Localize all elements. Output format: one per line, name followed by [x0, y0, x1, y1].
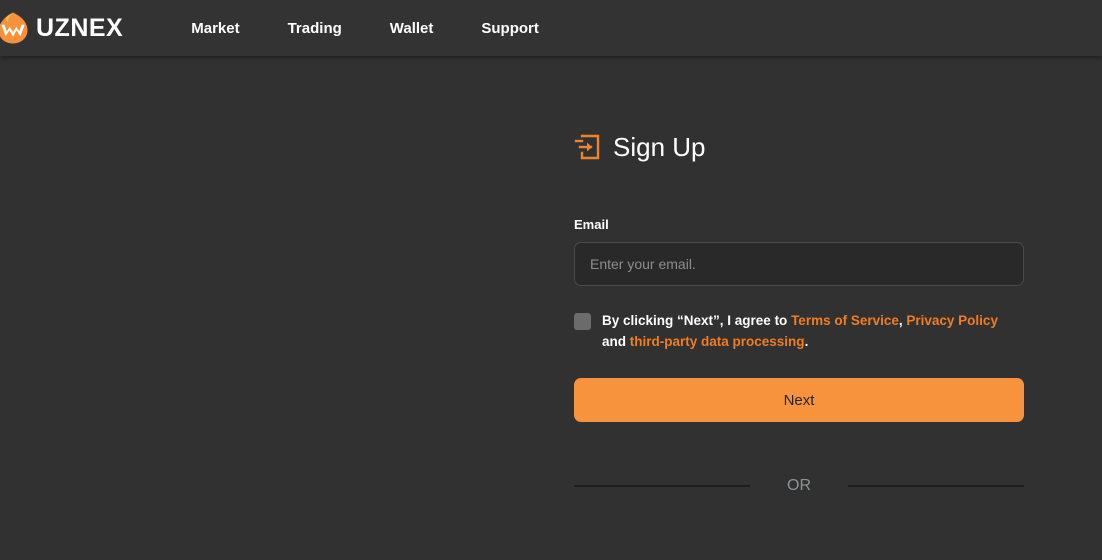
- third-party-data-processing-link[interactable]: third-party data processing: [630, 334, 805, 349]
- nav-item-support[interactable]: Support: [471, 14, 549, 43]
- or-divider-label: OR: [787, 477, 811, 494]
- terms-text: By clicking “Next”, I agree to Terms of …: [602, 310, 1014, 352]
- terms-prefix: By clicking “Next”, I agree to: [602, 313, 792, 328]
- privacy-policy-link[interactable]: Privacy Policy: [906, 313, 998, 328]
- or-divider: OR: [574, 477, 1024, 495]
- next-button[interactable]: Next: [574, 378, 1024, 422]
- nav-item-wallet[interactable]: Wallet: [380, 14, 444, 43]
- uznex-flame-logo-icon: [0, 12, 28, 44]
- terms-suffix: .: [804, 334, 809, 349]
- main-navigation: Market Trading Wallet Support: [181, 14, 549, 43]
- page-body: Sign Up Email By clicking “Next”, I agre…: [0, 56, 1102, 560]
- terms-checkbox[interactable]: [574, 313, 591, 330]
- terms-separator-2: and: [602, 334, 630, 349]
- terms-agreement-row: By clicking “Next”, I agree to Terms of …: [574, 310, 1024, 352]
- brand-name: UZNEX: [36, 13, 124, 42]
- sign-in-arrow-icon: [574, 134, 600, 160]
- email-input[interactable]: [574, 242, 1024, 286]
- nav-item-trading[interactable]: Trading: [278, 14, 352, 43]
- or-divider-line-right: [848, 485, 1024, 487]
- site-header: UZNEX Market Trading Wallet Support: [0, 0, 1102, 56]
- or-divider-line-left: [574, 485, 750, 487]
- signup-form: Sign Up Email By clicking “Next”, I agre…: [574, 56, 1024, 495]
- signup-title-row: Sign Up: [574, 134, 1024, 160]
- terms-of-service-link[interactable]: Terms of Service: [791, 313, 899, 328]
- nav-item-market[interactable]: Market: [181, 14, 249, 43]
- brand-logo[interactable]: UZNEX: [0, 11, 123, 45]
- email-label: Email: [574, 217, 609, 232]
- page-title: Sign Up: [613, 132, 706, 162]
